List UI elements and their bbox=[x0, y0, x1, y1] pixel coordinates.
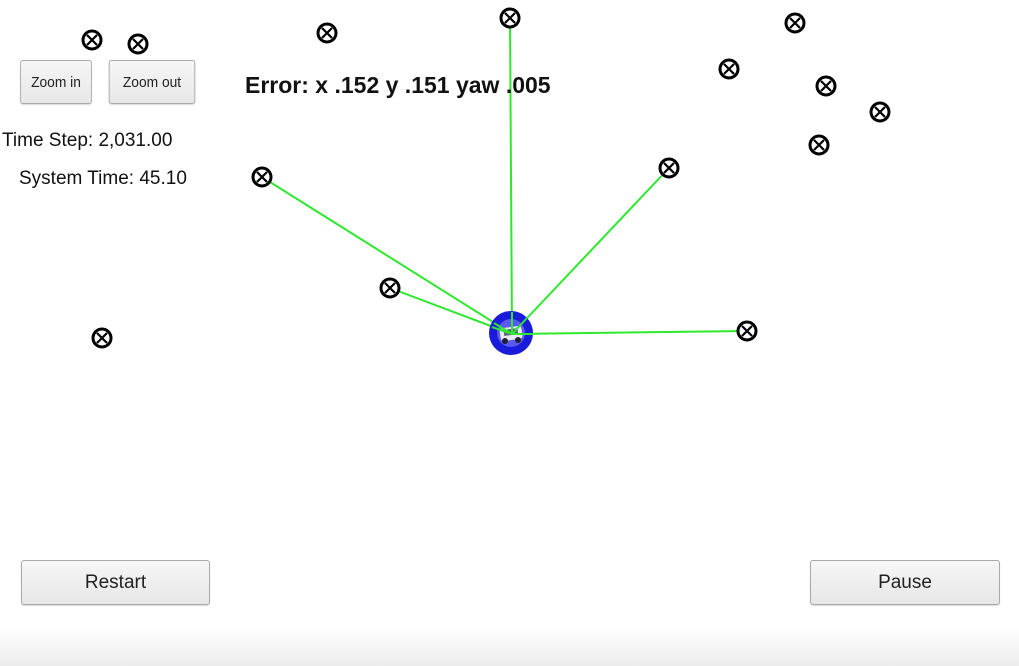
zoom-in-button[interactable]: Zoom in bbox=[20, 60, 92, 104]
observation-line bbox=[511, 330, 748, 335]
pause-button[interactable]: Pause bbox=[810, 560, 1000, 605]
restart-button[interactable]: Restart bbox=[21, 560, 210, 605]
landmark-marker-icon bbox=[718, 58, 740, 80]
landmark-marker-icon bbox=[736, 320, 758, 342]
landmark-marker-icon bbox=[658, 157, 680, 179]
landmark-marker-icon bbox=[869, 101, 891, 123]
landmark-marker-icon bbox=[499, 7, 521, 29]
zoom-out-button[interactable]: Zoom out bbox=[108, 60, 196, 104]
landmark-marker-icon bbox=[815, 75, 837, 97]
landmark-marker-icon bbox=[81, 29, 103, 51]
landmark-marker-icon bbox=[808, 134, 830, 156]
landmark-marker-icon bbox=[379, 277, 401, 299]
landmark-marker-icon bbox=[316, 22, 338, 44]
error-readout: Error: x .152 y .151 yaw .005 bbox=[245, 72, 551, 98]
landmark-marker-icon bbox=[127, 33, 149, 55]
observation-line bbox=[509, 17, 513, 335]
landmarks bbox=[81, 7, 891, 349]
landmark-marker-icon bbox=[251, 166, 273, 188]
bottom-shade bbox=[0, 628, 1019, 666]
system-time-readout: System Time: 45.10 bbox=[19, 168, 187, 189]
observation-line bbox=[511, 167, 670, 335]
time-step-readout: Time Step: 2,031.00 bbox=[2, 130, 173, 151]
landmark-marker-icon bbox=[91, 327, 113, 349]
observation-line bbox=[261, 176, 513, 335]
landmark-marker-icon bbox=[784, 12, 806, 34]
